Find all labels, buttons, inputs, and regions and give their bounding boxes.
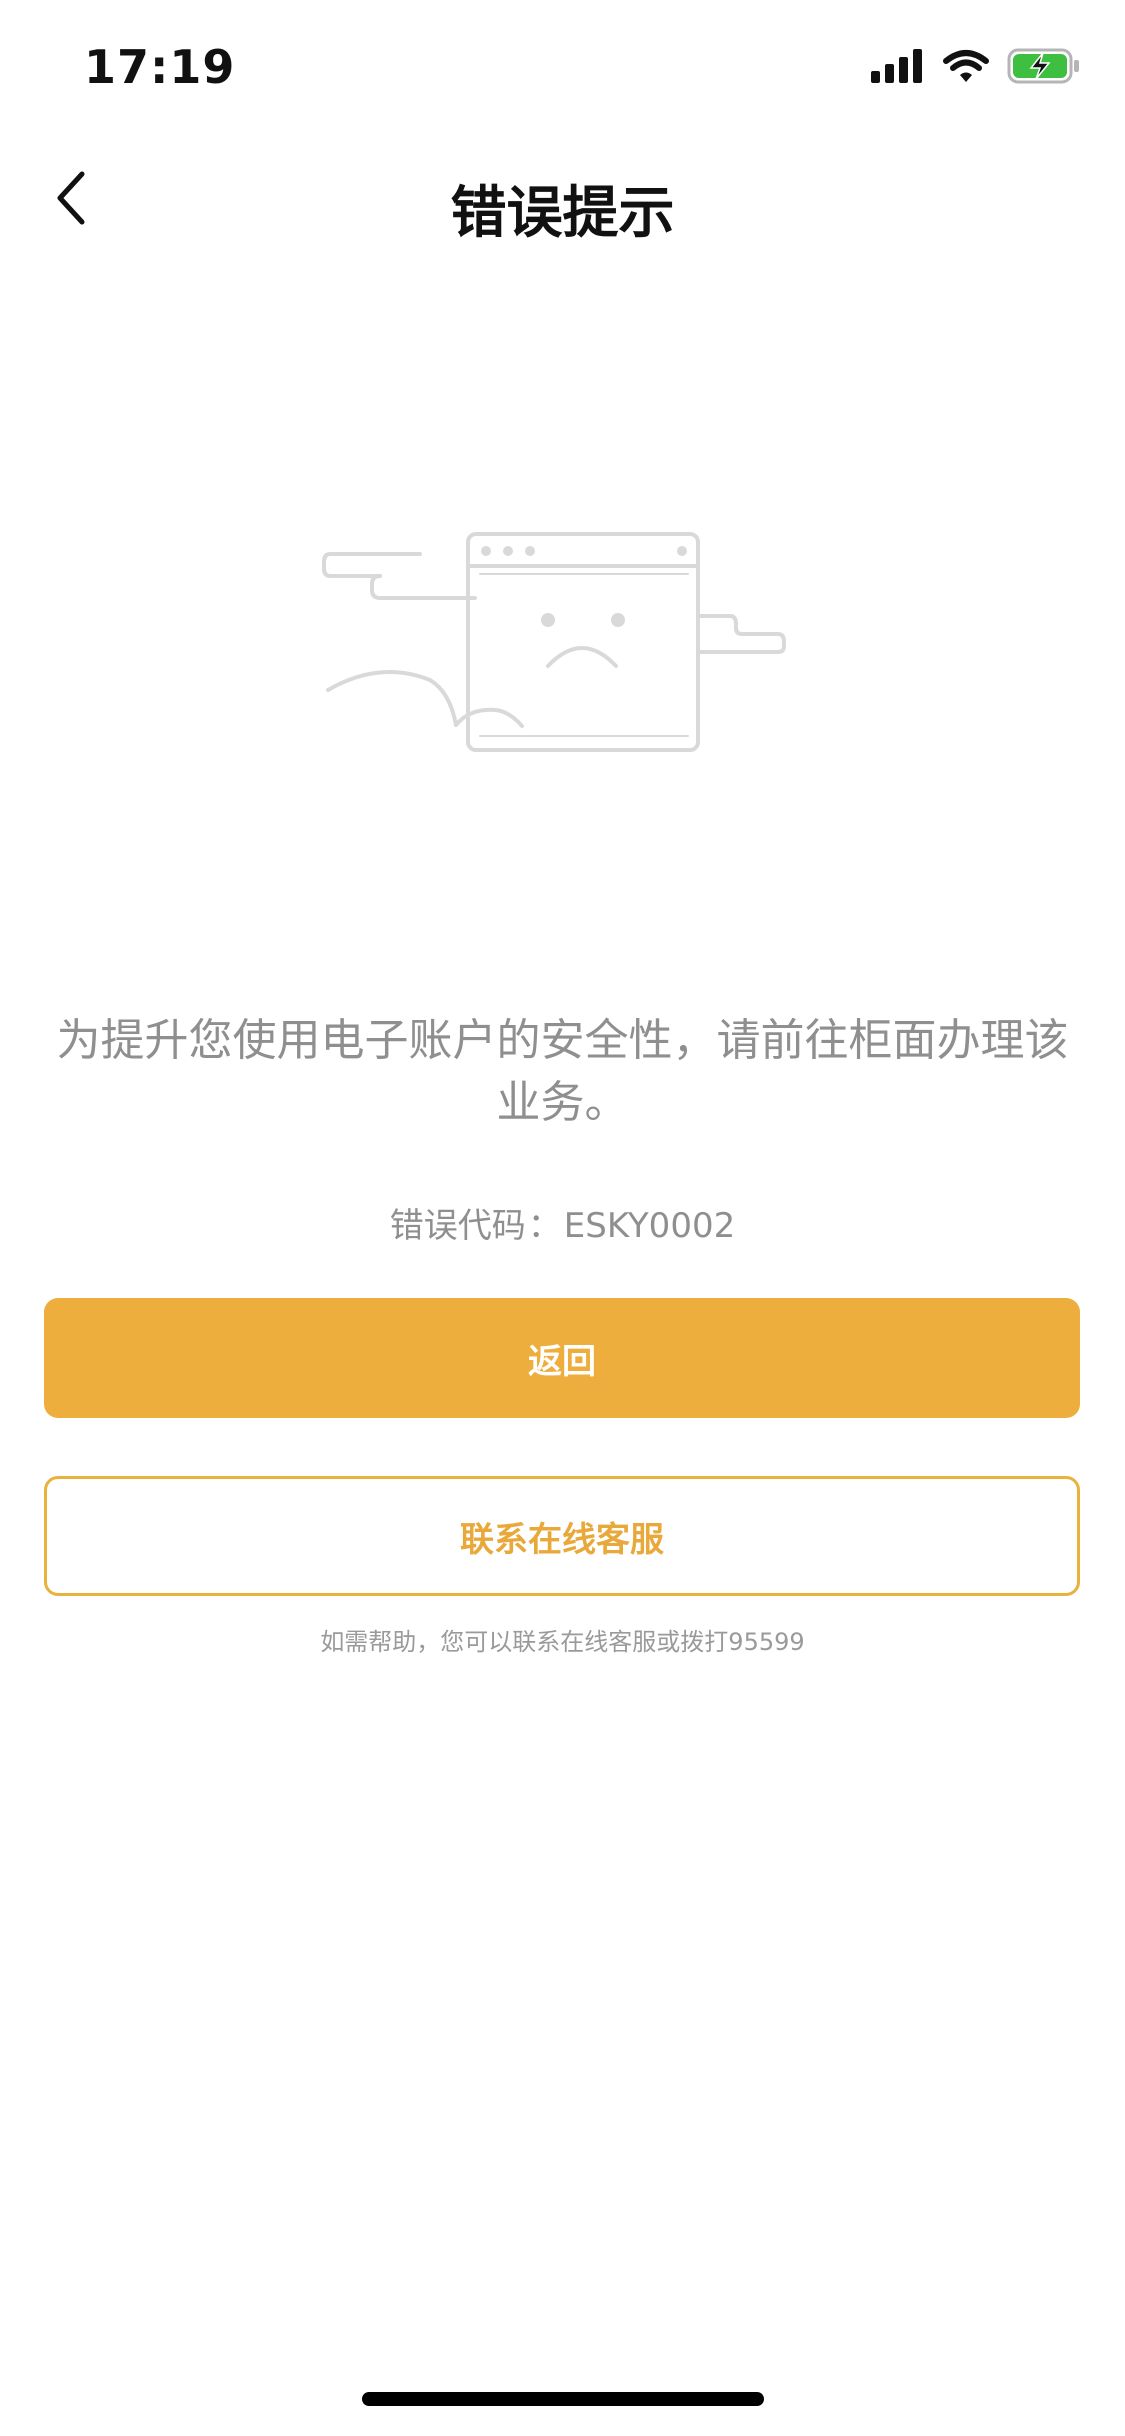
status-icons [871, 48, 1081, 88]
error-code-value: ESKY0002 [563, 1206, 736, 1246]
cellular-signal-icon [871, 49, 925, 87]
status-bar: 17:19 [0, 0, 1125, 140]
contact-button-label: 联系在线客服 [460, 1519, 664, 1560]
error-message: 为提升您使用电子账户的安全性，请前往柜面办理该业务。 [56, 1015, 1069, 1128]
page-title: 错误提示 [450, 181, 675, 246]
nav-bar: 错误提示 [0, 140, 1125, 260]
error-illustration [300, 520, 820, 780]
return-button-label: 返回 [528, 1341, 596, 1382]
contact-online-service-button[interactable]: 联系在线客服 [44, 1476, 1080, 1596]
return-button[interactable]: 返回 [44, 1298, 1080, 1418]
help-text: 如需帮助，您可以联系在线客服或拨打95599 [320, 1628, 805, 1656]
error-code: 错误代码：ESKY0002 [0, 1198, 1125, 1247]
wifi-icon [943, 49, 989, 87]
error-code-separator: ： [527, 1206, 562, 1246]
battery-charging-icon [1007, 48, 1081, 88]
status-time: 17:19 [84, 40, 236, 94]
error-code-label: 错误代码 [389, 1206, 526, 1246]
home-indicator [362, 2392, 764, 2406]
browser-sad-face-icon [322, 532, 786, 752]
